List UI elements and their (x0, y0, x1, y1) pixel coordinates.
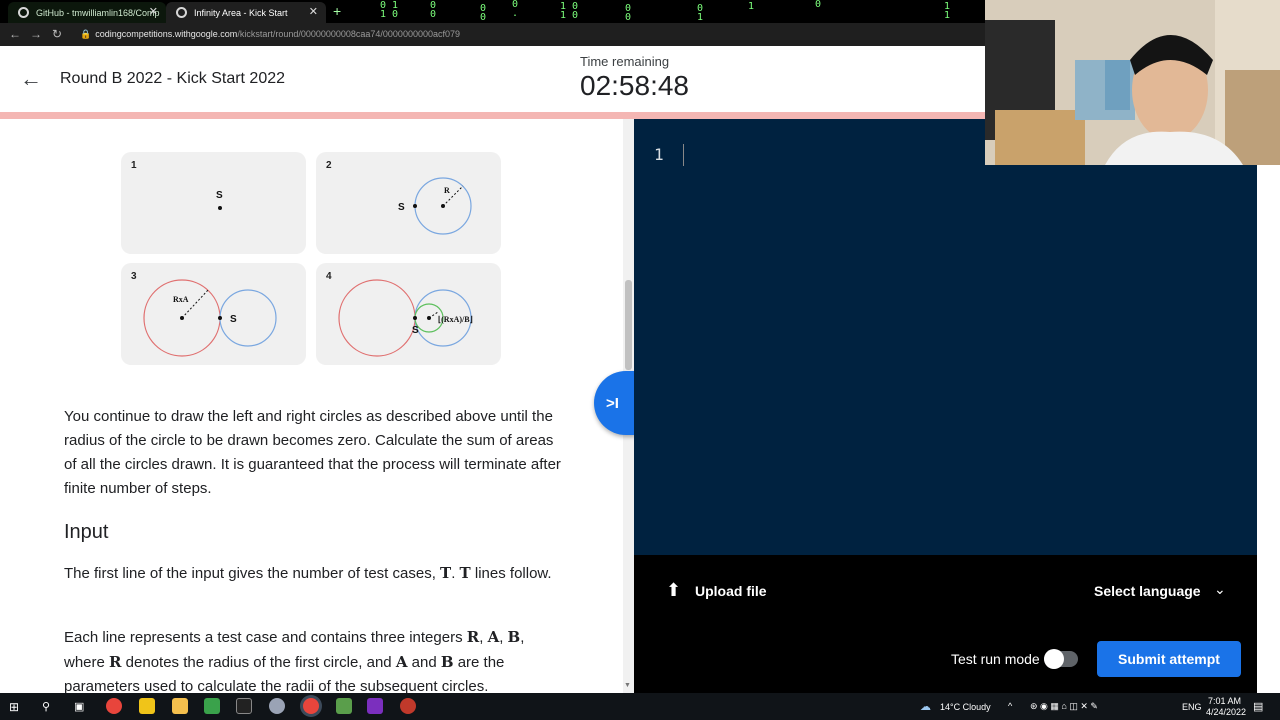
tab-github[interactable]: GitHub - tmwilliamlin168/Comp ✕ (8, 2, 166, 23)
label-s: S (398, 202, 405, 213)
figure-panel-1: 1 S (121, 152, 306, 254)
forward-icon[interactable]: → (30, 27, 42, 41)
submit-attempt-button[interactable]: Submit attempt (1097, 641, 1241, 677)
select-language-dropdown[interactable]: Select language (1094, 583, 1201, 599)
panel-diagram: S R (398, 177, 472, 235)
label-s: S (230, 314, 237, 325)
matrix-decor: 11 (944, 1, 951, 21)
label-s: S (216, 190, 223, 201)
notification-icon[interactable]: ▤ (1253, 700, 1263, 713)
tray-chevron-icon[interactable]: ^ (1008, 701, 1012, 711)
matrix-decor: 1 01 0 (560, 1, 579, 21)
editor-cursor (683, 144, 684, 166)
tab-title: Infinity Area - Kick Start (194, 7, 288, 18)
new-tab-button[interactable]: + (333, 3, 341, 19)
figure-panel-2: 2 S R (316, 152, 501, 254)
paragraph-testcase: Each line represents a test case and con… (64, 628, 525, 693)
clock-date[interactable]: 4/24/2022 (1206, 707, 1246, 717)
task-view-icon[interactable]: ▣ (74, 700, 84, 713)
panel-diagram: RxA S (143, 279, 277, 357)
test-run-label: Test run mode (951, 651, 1040, 667)
clock-time[interactable]: 7:01 AM (1208, 696, 1241, 706)
matrix-decor: 0 11 0 (380, 0, 399, 20)
section-heading-input: Input (64, 521, 109, 543)
weather-icon: ☁ (920, 701, 931, 713)
spreadsheet-icon[interactable] (204, 698, 220, 714)
language-indicator[interactable]: ENG (1182, 702, 1202, 712)
terminal-icon[interactable] (236, 698, 252, 714)
time-progress-bar (0, 112, 985, 119)
toggle-knob (1044, 649, 1064, 669)
collapse-icon: >I (606, 394, 619, 412)
matrix-decor: 00 (430, 0, 437, 20)
paragraph-input: The first line of the input gives the nu… (64, 564, 552, 582)
app-header: ← Round B 2022 - Kick Start 2022 Time re… (0, 46, 985, 112)
windows-start-icon[interactable]: ⊞ (9, 700, 19, 714)
line-number: 1 (654, 145, 664, 164)
figure-panel-4: 4 S ⌊(RxA)/B⌋ (316, 263, 501, 365)
upload-icon[interactable]: ⬆ (666, 580, 681, 601)
tray-icons[interactable]: ⊛ ◉ ▦ ⌂ ◫ ✕ ✎ (1030, 701, 1098, 712)
webcam-overlay (985, 0, 1280, 165)
editor-gutter (634, 119, 680, 555)
matrix-decor: 00 (625, 3, 632, 23)
code-editor[interactable] (634, 119, 1257, 555)
page-edge (1257, 165, 1280, 693)
scroll-down-arrow-icon[interactable]: ▼ (624, 682, 631, 689)
label-r: R (444, 186, 450, 195)
figure-panel-3: 3 RxA S (121, 263, 306, 365)
chevron-down-icon[interactable]: ⌄ (1214, 581, 1226, 598)
matrix-decor: 1 (748, 1, 755, 12)
obs-icon[interactable] (400, 698, 416, 714)
back-icon[interactable]: ← (9, 27, 21, 41)
sticky-notes-icon[interactable] (139, 698, 155, 714)
close-icon[interactable]: ✕ (309, 5, 318, 18)
panel-diagram: S ⌊(RxA)/B⌋ (338, 279, 473, 357)
problem-statement: 1 S 2 S R 3 RxA S 4 S ⌊(RxA)/B⌋ You cont… (0, 119, 634, 693)
chrome-icon[interactable] (106, 698, 122, 714)
google-icon (176, 7, 187, 18)
time-remaining-label: Time remaining (580, 54, 670, 69)
url-path: /kickstart/round/00000000008caa74/000000… (237, 29, 460, 39)
search-icon[interactable]: ⚲ (42, 700, 50, 713)
timer: 02:58:48 (580, 70, 689, 101)
vim-icon[interactable] (336, 698, 352, 714)
windows-taskbar: ⊞ ⚲ ▣ ☁ 14°C Cloudy ^ ⊛ ◉ ▦ ⌂ ◫ ✕ ✎ ENG … (0, 693, 1280, 720)
browser-tabstrip: 0 11 0 00 00 0. 1 01 0 00 01 1 0 11 GitH… (0, 0, 985, 23)
matrix-decor: 01 (697, 3, 704, 23)
weather-text[interactable]: 14°C Cloudy (940, 702, 991, 712)
url-host: codingcompetitions.withgoogle.com (95, 29, 238, 39)
label-s: S (412, 325, 419, 336)
lock-icon: 🔒 (80, 29, 92, 39)
scrollbar-thumb[interactable] (625, 280, 632, 370)
back-arrow-icon[interactable]: ← (20, 66, 42, 92)
address-bar: ← → ↻ 🔒 codingcompetitions.withgoogle.com… (0, 23, 985, 46)
url-field[interactable]: 🔒 codingcompetitions.withgoogle.com/kicks… (80, 29, 460, 40)
label-floor: ⌊(RxA)/B⌋ (438, 315, 473, 324)
paragraph-description: You continue to draw the left and right … (64, 408, 561, 497)
close-icon[interactable]: ✕ (149, 5, 158, 18)
matrix-decor: 0. (512, 0, 519, 19)
file-explorer-icon[interactable] (172, 698, 188, 714)
reload-icon[interactable]: ↻ (52, 27, 62, 41)
webcam-image (985, 0, 1280, 165)
app-icon[interactable] (269, 698, 285, 714)
onenote-icon[interactable] (367, 698, 383, 714)
upload-file-button[interactable]: Upload file (695, 583, 767, 599)
page-title: Round B 2022 - Kick Start 2022 (60, 70, 286, 87)
label-rxa: RxA (173, 295, 189, 304)
panel-diagram: S (216, 190, 223, 210)
test-run-toggle[interactable] (1044, 649, 1078, 669)
chrome-active-icon[interactable] (303, 698, 319, 714)
tab-title: GitHub - tmwilliamlin168/Comp (36, 7, 160, 18)
tab-kickstart[interactable]: Infinity Area - Kick Start ✕ (166, 2, 326, 23)
matrix-decor: 00 (480, 3, 487, 23)
github-icon (18, 7, 29, 18)
matrix-decor: 0 (815, 0, 822, 10)
